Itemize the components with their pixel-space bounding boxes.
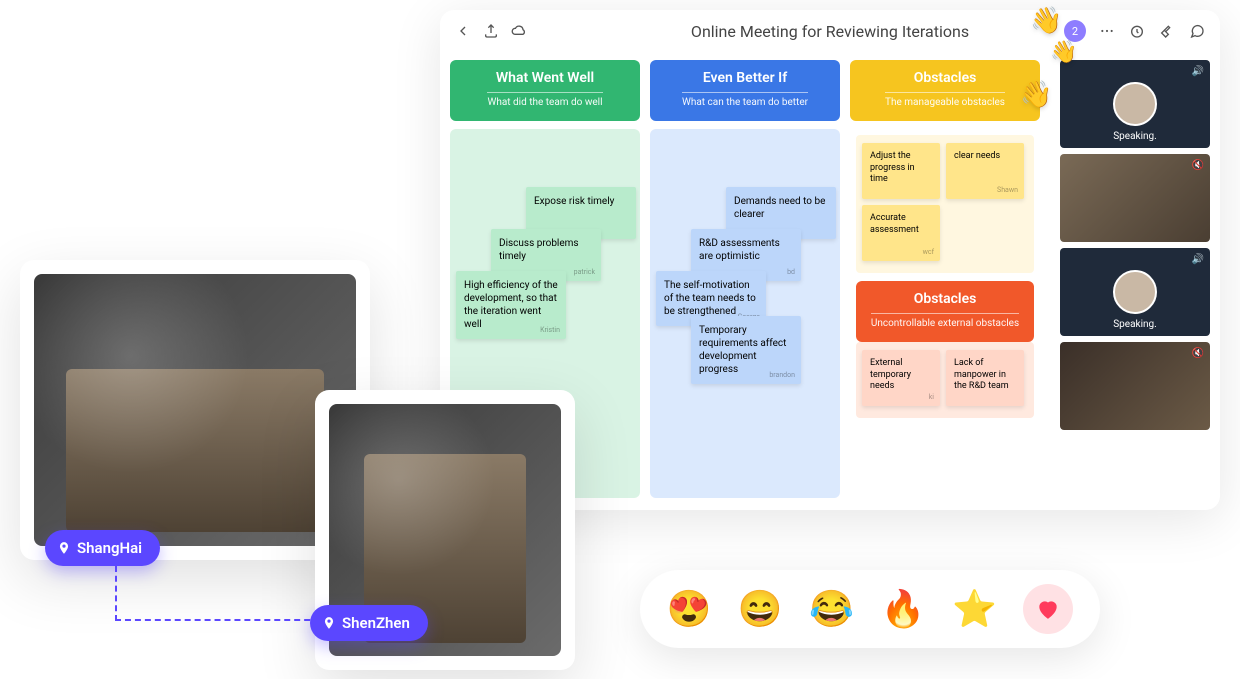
column-subtitle: Uncontrollable external obstacles: [871, 313, 1019, 329]
participant-count-badge[interactable]: 2: [1064, 20, 1086, 42]
back-icon[interactable]: [454, 22, 472, 40]
volume-icon: 🔇: [1192, 160, 1204, 171]
sticky-note[interactable]: High efficiency of the development, so t…: [456, 271, 566, 339]
video-participants: 🔊 Speaking. 🔇 🔊 Speaking. 🔇: [1060, 60, 1210, 498]
reaction-heart[interactable]: [1023, 584, 1073, 634]
column-even-better: Even Better If What can the team do bett…: [650, 60, 840, 498]
reaction-bar: 😍 😄 😂 🔥 ⭐: [640, 570, 1100, 648]
chat-icon[interactable]: [1188, 22, 1206, 40]
column-header: Obstacles The manageable obstacles: [850, 60, 1040, 121]
column-subtitle: What did the team do well: [487, 92, 602, 108]
column-title: What Went Well: [460, 70, 630, 90]
volume-icon: 🔊: [1192, 66, 1204, 77]
cloud-sync-icon[interactable]: [510, 22, 528, 40]
location-pill-shanghai[interactable]: ShangHai: [45, 530, 160, 566]
column-obstacles: Obstacles The manageable obstacles Adjus…: [850, 60, 1040, 498]
video-status: Speaking.: [1113, 319, 1157, 330]
location-pin-icon: [322, 616, 336, 630]
heart-icon: [1035, 596, 1061, 622]
column-header: What Went Well What did the team do well: [450, 60, 640, 121]
wave-icon: 👋: [1030, 6, 1060, 36]
board-title: Online Meeting for Reviewing Iterations: [691, 22, 969, 41]
reaction-heart-eyes[interactable]: 😍: [667, 588, 712, 630]
column-subtitle: The manageable obstacles: [885, 92, 1005, 108]
wave-icon: 👋: [1020, 80, 1050, 110]
avatar: [1113, 82, 1157, 126]
reaction-fire[interactable]: 🔥: [881, 588, 926, 630]
sticky-note[interactable]: Temporary requirements affect developmen…: [691, 316, 801, 384]
video-tile[interactable]: 🔇: [1060, 342, 1210, 430]
reaction-grin[interactable]: 😄: [738, 588, 783, 630]
connection-line: [115, 566, 340, 621]
sticky-note[interactable]: Adjust the progress in time: [862, 143, 940, 199]
column-header: Even Better If What can the team do bett…: [650, 60, 840, 121]
column-subtitle: What can the team do better: [682, 92, 808, 108]
volume-icon: 🔊: [1192, 254, 1204, 265]
sticky-note[interactable]: Lack of manpower in the R&D team: [946, 350, 1024, 406]
video-status: Speaking.: [1113, 131, 1157, 142]
location-pill-shenzhen[interactable]: ShenZhen: [310, 605, 428, 641]
obstacles-external-grid: External temporary needski Lack of manpo…: [856, 342, 1034, 418]
volume-icon: 🔇: [1192, 348, 1204, 359]
column-title: Obstacles: [860, 70, 1030, 90]
reaction-joy[interactable]: 😂: [809, 588, 854, 630]
wave-icon: 👋: [1050, 40, 1080, 70]
board-toolbar: Online Meeting for Reviewing Iterations …: [440, 10, 1220, 52]
team-photo: [34, 274, 356, 546]
column-title: Even Better If: [660, 70, 830, 90]
obstacles-manageable-grid: Adjust the progress in time clear needsS…: [856, 135, 1034, 273]
video-tile[interactable]: 🔊 Speaking.: [1060, 60, 1210, 148]
reaction-star[interactable]: ⭐: [952, 588, 997, 630]
avatar: [1113, 270, 1157, 314]
location-pin-icon: [57, 541, 71, 555]
timer-icon[interactable]: [1128, 22, 1146, 40]
location-label: ShangHai: [77, 539, 142, 557]
export-icon[interactable]: [482, 22, 500, 40]
video-tile[interactable]: 🔊 Speaking.: [1060, 248, 1210, 336]
sticky-note[interactable]: Accurate assessmentwcf: [862, 205, 940, 261]
location-label: ShenZhen: [342, 614, 410, 632]
sticky-note[interactable]: clear needsShawn: [946, 143, 1024, 199]
column-header: Obstacles Uncontrollable external obstac…: [856, 281, 1034, 342]
clap-icon[interactable]: [1158, 22, 1176, 40]
column-title: Obstacles: [866, 291, 1024, 311]
video-tile[interactable]: 🔇: [1060, 154, 1210, 242]
more-icon[interactable]: [1098, 22, 1116, 40]
sticky-note[interactable]: External temporary needski: [862, 350, 940, 406]
